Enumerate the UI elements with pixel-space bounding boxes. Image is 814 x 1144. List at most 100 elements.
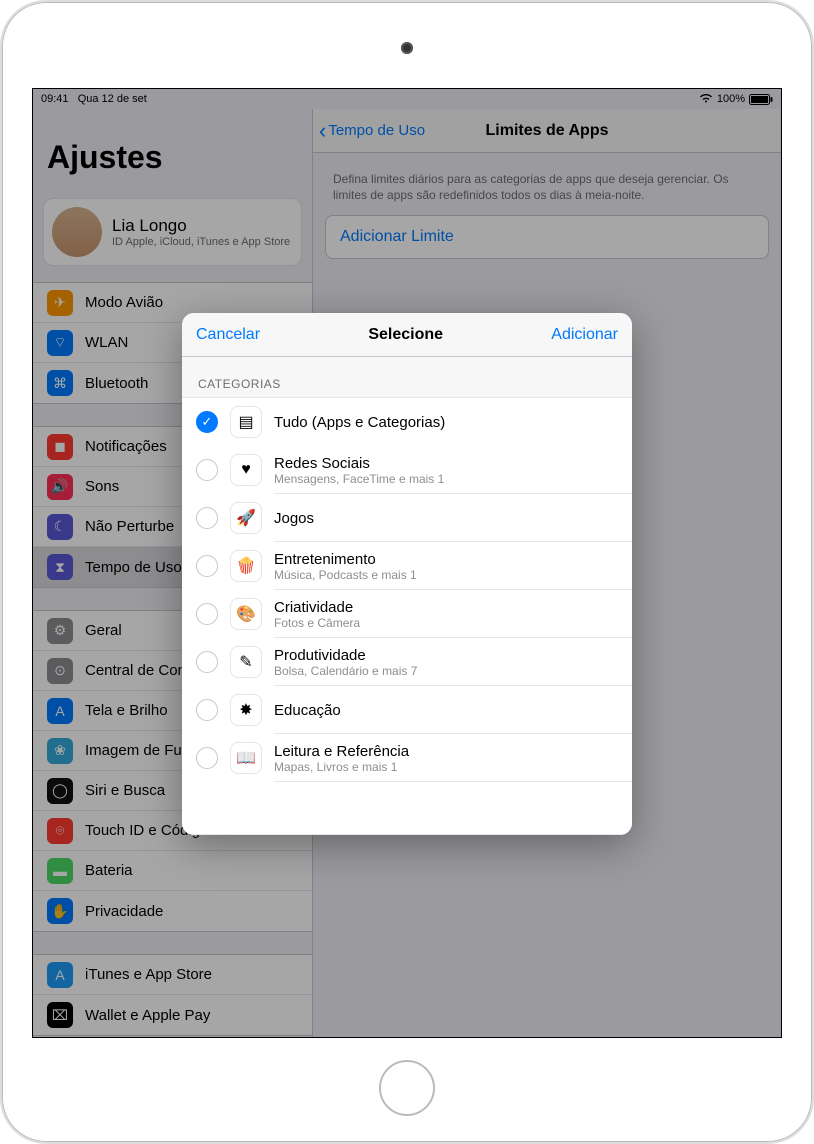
- category-icon: ♥: [230, 454, 262, 486]
- radio-unchecked-icon[interactable]: [196, 747, 218, 769]
- add-limit-button[interactable]: Adicionar Limite: [325, 215, 769, 259]
- category-picker-modal: Cancelar Selecione Adicionar CATEGORIAS …: [182, 313, 632, 835]
- radio-unchecked-icon[interactable]: [196, 699, 218, 721]
- sidebar-item-label: Privacidade: [85, 903, 163, 920]
- detail-title: Limites de Apps: [486, 122, 609, 140]
- back-label: Tempo de Uso: [328, 122, 425, 139]
- category-icon: 🍿: [230, 550, 262, 582]
- clock: 09:41: [41, 93, 69, 105]
- status-left: 09:41 Qua 12 de set: [41, 93, 147, 105]
- screen: 09:41 Qua 12 de set 100% Ajustes: [32, 88, 782, 1038]
- category-row[interactable]: ✎ ProdutividadeBolsa, Calendário e mais 7: [182, 638, 632, 686]
- sidebar-item-icon: ⧗: [47, 554, 73, 580]
- category-row[interactable]: ♥ Redes SociaisMensagens, FaceTime e mais…: [182, 446, 632, 494]
- category-icon: ▤: [230, 406, 262, 438]
- category-row[interactable]: ✸ Educação: [182, 686, 632, 734]
- sidebar-item-label: Tela e Brilho: [85, 702, 168, 719]
- category-title: Educação: [274, 702, 341, 719]
- sidebar-item-label: Bluetooth: [85, 375, 148, 392]
- sidebar-item-icon: A: [47, 698, 73, 724]
- sidebar-item-icon: ⌘: [47, 370, 73, 396]
- radio-unchecked-icon[interactable]: [196, 651, 218, 673]
- category-subtitle: Música, Podcasts e mais 1: [274, 568, 417, 582]
- sidebar-item-label: Não Perturbe: [85, 518, 174, 535]
- sidebar-item-icon: ⚙: [47, 618, 73, 644]
- category-subtitle: Mensagens, FaceTime e mais 1: [274, 472, 444, 486]
- sidebar-item-label: Tempo de Uso: [85, 559, 182, 576]
- sidebar-item-icon: ◯: [47, 778, 73, 804]
- sidebar-item[interactable]: AiTunes e App Store: [33, 955, 312, 995]
- radio-unchecked-icon[interactable]: [196, 459, 218, 481]
- sidebar-item-label: Geral: [85, 622, 122, 639]
- profile-name: Lia Longo: [112, 216, 290, 236]
- sidebar-item[interactable]: ▬ Bateria: [33, 851, 312, 891]
- sidebar-item-icon: ✈: [47, 290, 73, 316]
- sidebar-item-label: iTunes e App Store: [85, 966, 212, 983]
- sidebar-item-label: Wallet e Apple Pay: [85, 1007, 210, 1024]
- radio-unchecked-icon[interactable]: [196, 507, 218, 529]
- sidebar-item-icon: ▬: [47, 858, 73, 884]
- status-date: Qua 12 de set: [78, 93, 147, 105]
- profile-sub: ID Apple, iCloud, iTunes e App Store: [112, 236, 290, 248]
- wifi-icon: [699, 93, 713, 106]
- sidebar-item-icon: 🔊: [47, 474, 73, 500]
- sidebar-item-icon: ◼: [47, 434, 73, 460]
- chevron-left-icon: ‹: [319, 120, 326, 142]
- category-title: Entretenimento: [274, 551, 417, 568]
- radio-unchecked-icon[interactable]: [196, 555, 218, 577]
- sidebar-item-icon: ⌾: [47, 818, 73, 844]
- home-button[interactable]: [379, 1060, 435, 1116]
- sidebar-item-icon: ⊙: [47, 658, 73, 684]
- category-icon: 🎨: [230, 598, 262, 630]
- sidebar-item-icon: ✋: [47, 898, 73, 924]
- status-right: 100%: [699, 93, 773, 106]
- category-icon: ✸: [230, 694, 262, 726]
- status-bar: 09:41 Qua 12 de set 100%: [33, 89, 781, 109]
- category-subtitle: Bolsa, Calendário e mais 7: [274, 664, 417, 678]
- sidebar-item-label: Notificações: [85, 438, 167, 455]
- sidebar-item[interactable]: ✋ Privacidade: [33, 891, 312, 931]
- sidebar-item[interactable]: ⌧ Wallet e Apple Pay: [33, 995, 312, 1035]
- category-row[interactable]: 🎨CriatividadeFotos e Câmera: [182, 590, 632, 638]
- confirm-button[interactable]: Adicionar: [551, 326, 618, 344]
- category-icon: 📖: [230, 742, 262, 774]
- category-title: Tudo (Apps e Categorias): [274, 414, 445, 431]
- category-subtitle: Mapas, Livros e mais 1: [274, 760, 409, 774]
- sidebar-item-label: WLAN: [85, 334, 128, 351]
- category-row[interactable]: 🍿 EntretenimentoMúsica, Podcasts e mais 1: [182, 542, 632, 590]
- camera-dot: [401, 42, 413, 54]
- avatar: [52, 207, 102, 257]
- category-icon: ✎: [230, 646, 262, 678]
- back-button[interactable]: ‹ Tempo de Uso: [319, 120, 425, 142]
- radio-unchecked-icon[interactable]: [196, 603, 218, 625]
- detail-description: Defina limites diários para as categoria…: [325, 165, 769, 215]
- battery-percent: 100%: [717, 93, 745, 105]
- category-title: Redes Sociais: [274, 455, 444, 472]
- sidebar-item-icon: ⌔: [47, 330, 73, 356]
- sidebar-item-label: Siri e Busca: [85, 782, 165, 799]
- profile-cell[interactable]: Lia Longo ID Apple, iCloud, iTunes e App…: [43, 198, 302, 266]
- category-row[interactable]: 📖 Leitura e ReferênciaMapas, Livros e mai…: [182, 734, 632, 782]
- category-subtitle: Fotos e Câmera: [274, 616, 360, 630]
- category-row[interactable]: ✓ ▤ Tudo (Apps e Categorias): [182, 398, 632, 446]
- modal-nav: Cancelar Selecione Adicionar: [182, 313, 632, 357]
- category-title: Leitura e Referência: [274, 743, 409, 760]
- sidebar-item-icon: ⌧: [47, 1002, 73, 1028]
- sidebar-item-label: Modo Avião: [85, 294, 163, 311]
- category-icon: 🚀: [230, 502, 262, 534]
- modal-title: Selecione: [368, 326, 443, 344]
- sidebar-item-label: Bateria: [85, 862, 133, 879]
- sidebar-item-label: Sons: [85, 478, 119, 495]
- sidebar-item-icon: ☾: [47, 514, 73, 540]
- category-title: Produtividade: [274, 647, 417, 664]
- category-row[interactable]: 🚀Jogos: [182, 494, 632, 542]
- ipad-frame: 09:41 Qua 12 de set 100% Ajustes: [0, 0, 814, 1144]
- detail-nav: ‹ Tempo de Uso Limites de Apps: [313, 109, 781, 153]
- category-list[interactable]: ✓ ▤ Tudo (Apps e Categorias) ♥ Redes Sociais…: [182, 397, 632, 835]
- radio-checked-icon[interactable]: ✓: [196, 411, 218, 433]
- settings-title: Ajustes: [33, 109, 312, 184]
- cancel-button[interactable]: Cancelar: [196, 326, 260, 344]
- battery-icon: [749, 94, 773, 105]
- sidebar-item-icon: A: [47, 962, 73, 988]
- categories-header: CATEGORIAS: [182, 357, 632, 397]
